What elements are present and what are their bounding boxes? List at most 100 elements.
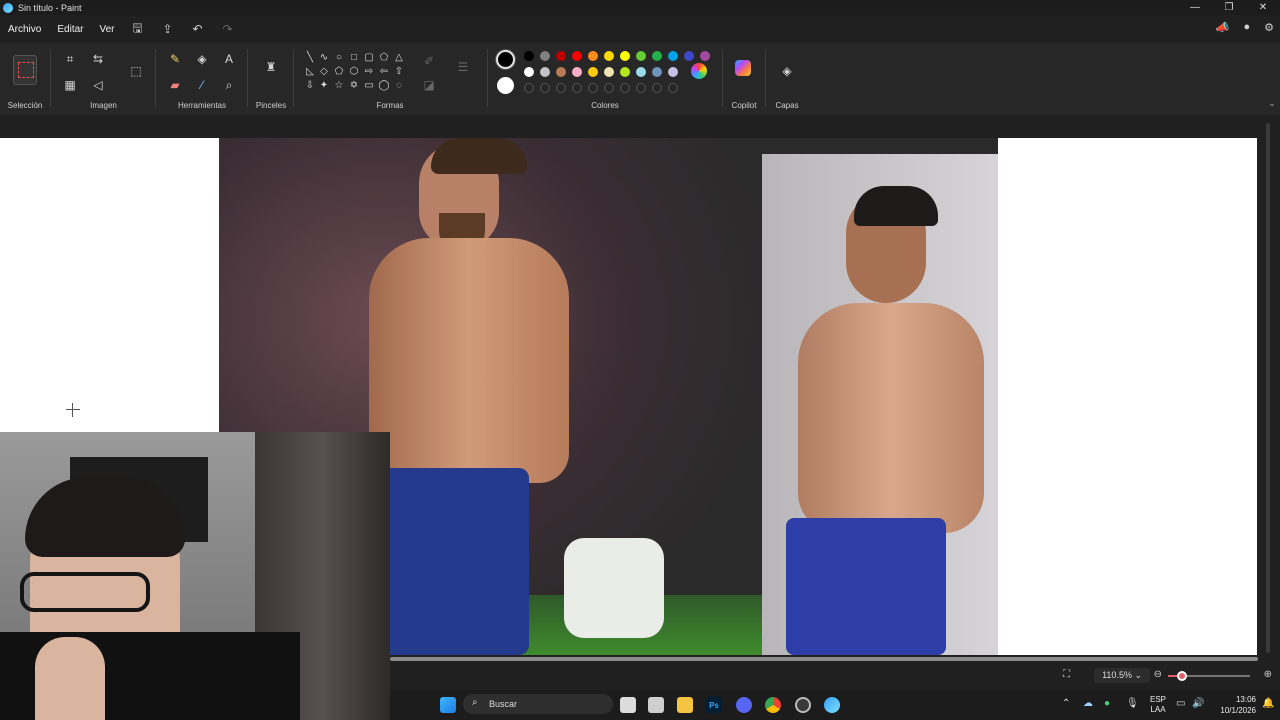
color-swatch[interactable] [620,67,630,77]
custom-color-slot[interactable] [636,83,646,93]
right-triangle-shape-icon[interactable]: ◺ [304,65,316,77]
custom-color-slot[interactable] [588,83,598,93]
printer-app-icon[interactable] [648,697,664,713]
menu-ver[interactable]: Ver [91,24,122,35]
color-swatch[interactable] [588,51,598,61]
discord-icon[interactable] [736,697,752,713]
hexagon-shape-icon[interactable]: ⬡ [348,65,360,77]
color-swatch[interactable] [620,51,630,61]
color-swatch[interactable] [524,51,534,61]
color-swatch[interactable] [588,67,598,77]
triangle-shape-icon[interactable]: △ [393,51,405,63]
feedback-icon[interactable]: 📣 [1216,21,1230,34]
custom-color-slot[interactable] [524,83,534,93]
oval-callout-shape-icon[interactable]: ◯ [378,79,390,91]
paint-taskbar-icon[interactable] [824,697,840,713]
microphone-icon[interactable]: 🎙 [1126,698,1139,709]
color-swatch[interactable] [652,51,662,61]
color-swatch[interactable] [572,51,582,61]
cloud-callout-shape-icon[interactable]: ◌ [393,79,405,91]
obs-icon[interactable] [795,697,811,713]
text-icon[interactable]: A [219,49,239,69]
copilot-icon[interactable] [735,60,751,76]
shape-fill-icon[interactable]: ◪ [419,75,439,95]
menu-archivo[interactable]: Archivo [0,24,49,35]
color-swatch[interactable] [652,67,662,77]
redo-icon[interactable]: ↷ [213,22,243,36]
layers-icon[interactable]: ◈ [777,61,797,81]
pencil-icon[interactable]: ✎ [165,49,185,69]
volume-icon[interactable]: 🔊 [1192,698,1204,709]
share-icon[interactable]: ⇪ [153,22,183,36]
primary-color-swatch[interactable] [496,50,515,69]
outline-icon[interactable]: ✐ [419,51,439,71]
chrome-icon[interactable] [765,697,781,713]
up-arrow-shape-icon[interactable]: ⇧ [393,65,405,77]
account-icon[interactable]: ● [1243,21,1250,34]
task-view-icon[interactable] [620,697,636,713]
menu-editar[interactable]: Editar [49,24,91,35]
tray-app-icon[interactable]: ● [1104,698,1110,709]
zoom-in-icon[interactable]: ⊕ [1264,669,1272,680]
brush-icon[interactable]: ♜ [261,57,281,77]
diamond-shape-icon[interactable]: ◇ [318,65,330,77]
tray-chevron-icon[interactable]: ⌃ [1062,698,1070,709]
custom-color-slot[interactable] [572,83,582,93]
custom-color-slot[interactable] [620,83,630,93]
windows-start-icon[interactable] [440,697,456,713]
pentagon-shape-icon[interactable]: ⬠ [333,65,345,77]
remove-background-icon[interactable]: ⬚ [126,61,146,81]
color-swatch[interactable] [540,51,550,61]
color-swatch[interactable] [572,67,582,77]
secondary-color-swatch[interactable] [497,77,514,94]
restore-button[interactable]: ❐ [1212,0,1246,15]
color-swatch[interactable] [636,67,646,77]
save-icon[interactable]: 🖫 [123,19,153,40]
rectangle-shape-icon[interactable]: □ [348,51,360,63]
five-point-star-shape-icon[interactable]: ☆ [333,79,345,91]
color-swatch[interactable] [556,67,566,77]
photoshop-icon[interactable]: Ps [706,697,722,713]
polygon-shape-icon[interactable]: ⬠ [378,51,390,63]
line-shape-icon[interactable]: ╲ [304,51,316,63]
notifications-icon[interactable]: 🔔 [1262,698,1274,709]
color-swatch[interactable] [524,67,534,77]
four-point-star-shape-icon[interactable]: ✦ [318,79,330,91]
shape-size-icon[interactable]: ☰ [453,57,473,77]
color-swatch[interactable] [636,51,646,61]
down-arrow-shape-icon[interactable]: ⇩ [304,79,316,91]
display-icon[interactable]: ▭ [1176,698,1185,709]
color-swatch[interactable] [540,67,550,77]
file-explorer-icon[interactable] [677,697,693,713]
minimize-button[interactable]: — [1178,0,1212,15]
close-button[interactable]: ✕ [1246,0,1280,15]
color-picker-icon[interactable]: ⁄ [192,75,212,95]
pasted-photo-right[interactable] [762,138,998,655]
color-swatch[interactable] [668,51,678,61]
rect-callout-shape-icon[interactable]: ▭ [363,79,375,91]
image-filter-icon[interactable]: ▦ [60,75,80,95]
left-arrow-shape-icon[interactable]: ⇦ [378,65,390,77]
rotate-icon[interactable]: ◁ [88,75,108,95]
custom-color-slot[interactable] [556,83,566,93]
custom-color-slot[interactable] [604,83,614,93]
six-point-star-shape-icon[interactable]: ✡ [348,79,360,91]
curve-shape-icon[interactable]: ∿ [318,51,330,63]
fill-bucket-icon[interactable]: ◈ [192,49,212,69]
resize-icon[interactable]: ⇆ [88,49,108,69]
rounded-rectangle-shape-icon[interactable]: ▢ [363,51,375,63]
oval-shape-icon[interactable]: ○ [333,51,345,63]
color-swatch[interactable] [604,51,614,61]
color-swatch[interactable] [668,67,678,77]
edit-colors-icon[interactable] [691,63,707,79]
custom-color-slot[interactable] [540,83,550,93]
crop-icon[interactable]: ⌗ [60,49,80,69]
right-arrow-shape-icon[interactable]: ⇨ [363,65,375,77]
undo-icon[interactable]: ↶ [183,22,213,36]
color-swatch[interactable] [556,51,566,61]
ribbon-collapse-chevron-icon[interactable]: ⌄ [1262,93,1280,113]
taskbar-search-box[interactable]: ⌕ Buscar [463,694,613,714]
vertical-scrollbar[interactable] [1266,123,1270,653]
settings-gear-icon[interactable]: ⚙ [1264,21,1274,34]
zoom-slider-thumb[interactable] [1177,671,1187,681]
